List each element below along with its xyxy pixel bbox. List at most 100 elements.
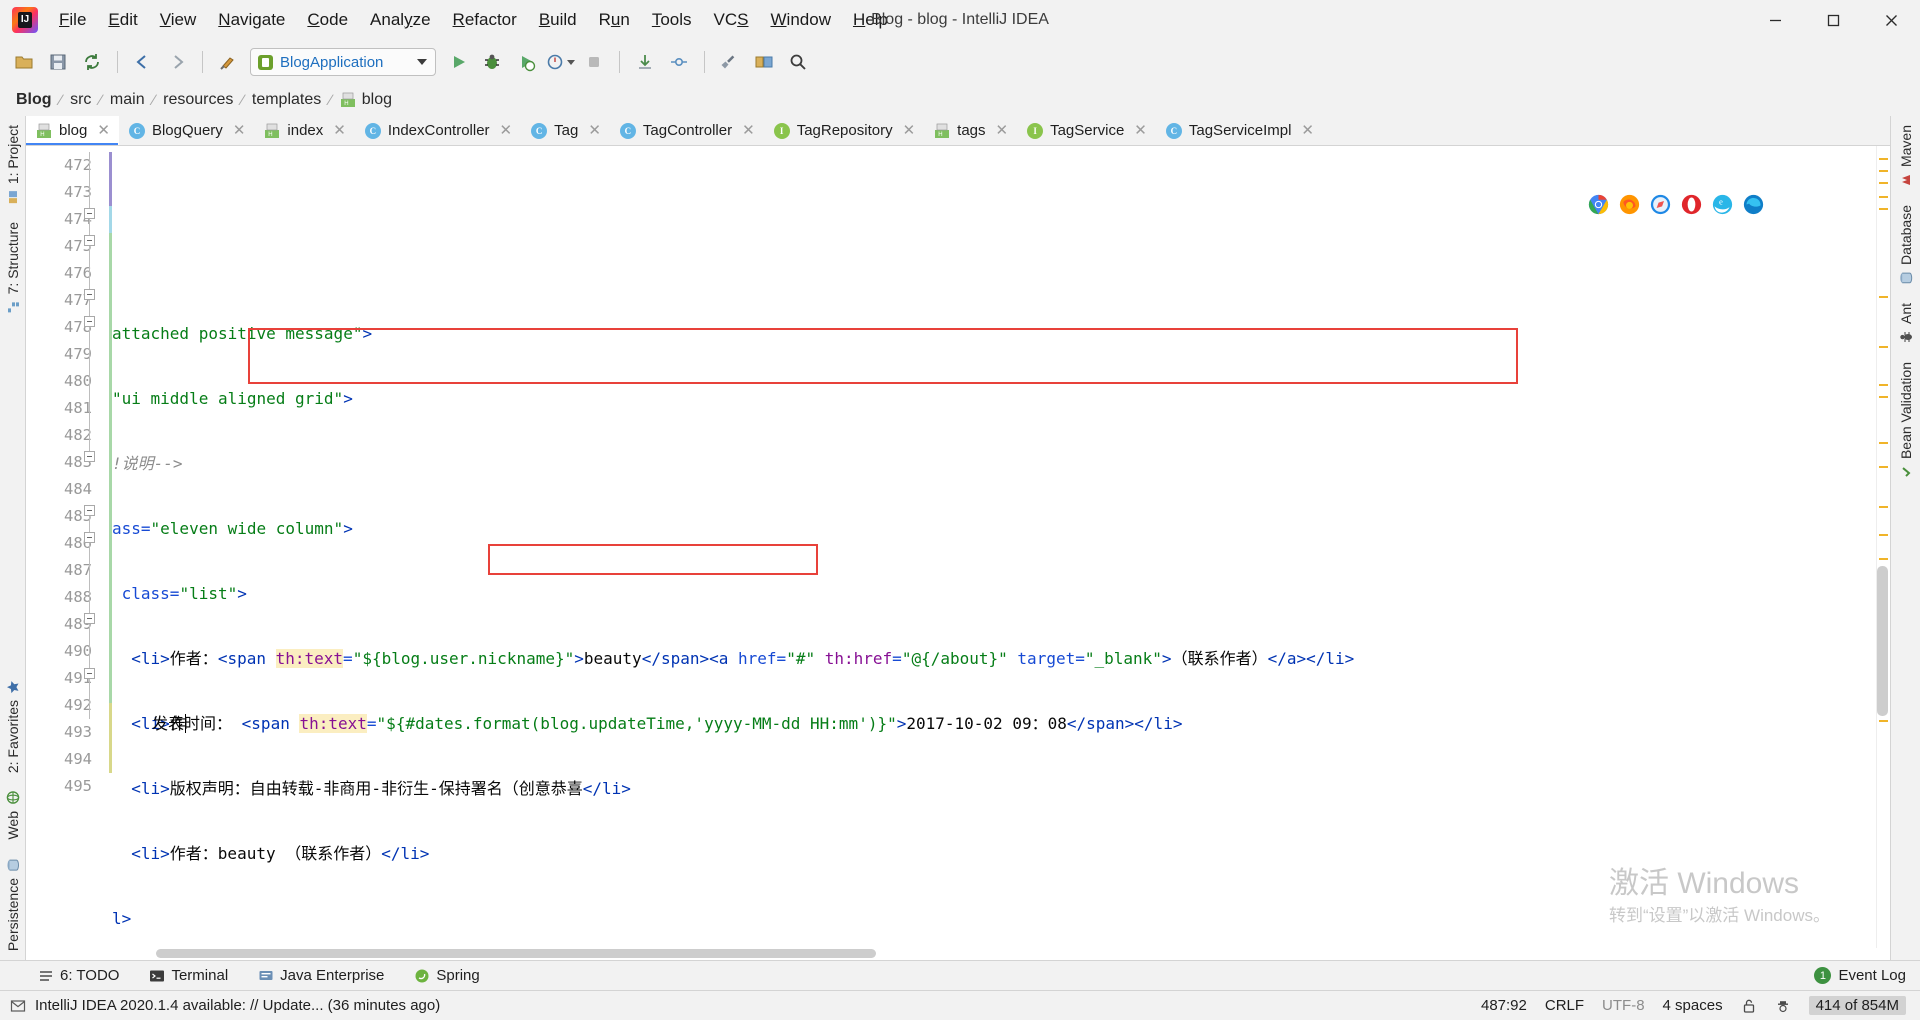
run-configuration-selector[interactable]: BlogApplication [250,48,436,76]
chevron-down-icon[interactable] [417,59,427,65]
editor-tab-tagservice[interactable]: I TagService ✕ [1017,116,1156,145]
fold-marker[interactable] [84,451,95,462]
code-line-473[interactable] [104,255,1876,282]
warning-marker[interactable] [1879,384,1888,386]
warning-marker[interactable] [1879,534,1888,536]
warning-marker[interactable] [1879,506,1888,508]
close-icon[interactable]: ✕ [333,123,346,138]
menu-tools[interactable]: Tools [641,6,703,34]
tool-window-web[interactable]: Web [5,782,21,849]
warning-marker[interactable] [1879,396,1888,398]
sync-icon[interactable] [76,46,108,78]
menu-analyze[interactable]: Analyze [359,6,442,34]
warning-marker[interactable] [1879,208,1888,210]
file-encoding[interactable]: UTF-8 [1602,997,1645,1014]
status-message[interactable]: IntelliJ IDEA 2020.1.4 available: // Upd… [35,997,440,1014]
code-line-481[interactable]: <li>版权声明：自由转载-非商用-非衍生-保持署名（创意恭喜</li> [104,775,1876,802]
unlocked-icon[interactable] [1741,998,1757,1014]
tool-window-spring[interactable]: Spring [410,965,483,986]
menu-file[interactable]: File [48,6,97,34]
close-button[interactable] [1862,0,1920,40]
line-separator[interactable]: CRLF [1545,997,1584,1014]
code-line-480[interactable]: <li>作发表时间： <span th:text="${#dates.forma… [104,710,1876,737]
code-line-477[interactable]: ass="eleven wide column"> [104,515,1876,542]
close-icon[interactable]: ✕ [742,123,755,138]
opera-icon[interactable] [1681,194,1702,215]
event-log-area[interactable]: 1 Event Log [1814,967,1920,984]
safari-icon[interactable] [1650,194,1671,215]
tool-window-database[interactable]: Database [1898,196,1914,294]
run-icon[interactable] [442,46,474,78]
tool-window-ant[interactable]: Ant [1898,294,1914,353]
editor-horizontal-scrollbar[interactable] [26,948,1890,960]
warning-marker[interactable] [1879,720,1888,722]
commit-icon[interactable] [663,46,695,78]
caret-position[interactable]: 487:92 [1481,997,1527,1014]
warning-marker[interactable] [1879,442,1888,444]
indent-setting[interactable]: 4 spaces [1663,997,1723,1014]
tool-window-java-enterprise[interactable]: Java Enterprise [254,965,388,986]
stop-icon[interactable] [578,46,610,78]
breadcrumb-item-project[interactable]: Blog [12,91,56,109]
menu-run[interactable]: Run [588,6,641,34]
save-all-icon[interactable] [42,46,74,78]
code-line-474[interactable]: attached positive message"> [104,320,1876,347]
hector-icon[interactable] [1775,998,1791,1014]
warning-marker[interactable] [1879,182,1888,184]
tool-window-favorites[interactable]: 2: Favorites [5,671,21,782]
breadcrumb-item-resources[interactable]: resources [159,91,237,109]
code-line-482[interactable]: <li>作者：beauty （联系作者）</li> [104,840,1876,867]
warning-marker[interactable] [1879,346,1888,348]
editor-tab-tag[interactable]: C Tag ✕ [521,116,610,145]
menu-navigate[interactable]: Navigate [207,6,296,34]
minimize-button[interactable] [1746,0,1804,40]
code-line-479[interactable]: <li>作者：<span th:text="${blog.user.nickna… [104,645,1876,672]
maximize-button[interactable] [1804,0,1862,40]
profile-icon[interactable] [544,46,576,78]
editor-tab-tagrepository[interactable]: I TagRepository ✕ [764,116,924,145]
profile-chevron-down-icon[interactable] [567,60,575,65]
close-icon[interactable]: ✕ [97,123,110,138]
menu-window[interactable]: Window [760,6,842,34]
breadcrumb-item-templates[interactable]: templates [248,91,325,109]
notification-icon[interactable] [10,998,26,1014]
editor-tab-blogquery[interactable]: C BlogQuery ✕ [119,116,254,145]
code-content[interactable]: attached positive message"> "ui middle a… [104,146,1876,948]
fold-marker[interactable] [84,316,95,327]
editor-marker-column[interactable] [1876,146,1890,948]
close-icon[interactable]: ✕ [588,123,601,138]
menu-help[interactable]: Help [842,6,899,34]
scrollbar-thumb[interactable] [1877,566,1888,716]
editor-tab-tagserviceimpl[interactable]: C TagServiceImpl ✕ [1156,116,1323,145]
code-line-478[interactable]: class="list"> [104,580,1876,607]
breadcrumb-item-main[interactable]: main [106,91,149,109]
code-line-476[interactable]: !说明--> [104,450,1876,477]
warning-marker[interactable] [1879,170,1888,172]
fold-marker[interactable] [84,505,95,516]
fold-marker[interactable] [84,208,95,219]
fold-marker[interactable] [84,289,95,300]
fold-marker[interactable] [84,532,95,543]
tool-window-maven[interactable]: Maven [1898,116,1914,196]
ie-icon[interactable]: e [1712,194,1733,215]
warning-marker[interactable] [1879,158,1888,160]
tool-window-structure[interactable]: 7: Structure [5,213,21,323]
tool-window-todo[interactable]: 6: TODO [34,965,123,986]
warning-marker[interactable] [1879,558,1888,560]
run-coverage-icon[interactable] [510,46,542,78]
close-icon[interactable]: ✕ [500,123,513,138]
breadcrumb-item-src[interactable]: src [66,91,95,109]
close-icon[interactable]: ✕ [903,123,916,138]
chrome-icon[interactable] [1588,194,1609,215]
back-icon[interactable] [127,46,159,78]
close-icon[interactable]: ✕ [1134,123,1147,138]
menu-vcs[interactable]: VCS [703,6,760,34]
editor-tab-blog[interactable]: H blog ✕ [26,116,119,145]
debug-icon[interactable] [476,46,508,78]
editor-tab-tags[interactable]: H tags ✕ [924,116,1017,145]
menu-code[interactable]: Code [296,6,359,34]
edge-icon[interactable] [1743,194,1764,215]
settings-icon[interactable] [714,46,746,78]
close-icon[interactable]: ✕ [996,123,1009,138]
warning-marker[interactable] [1879,466,1888,468]
